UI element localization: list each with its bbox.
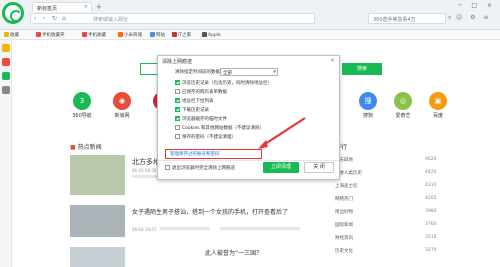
annotation-arrow-icon xyxy=(258,117,306,149)
